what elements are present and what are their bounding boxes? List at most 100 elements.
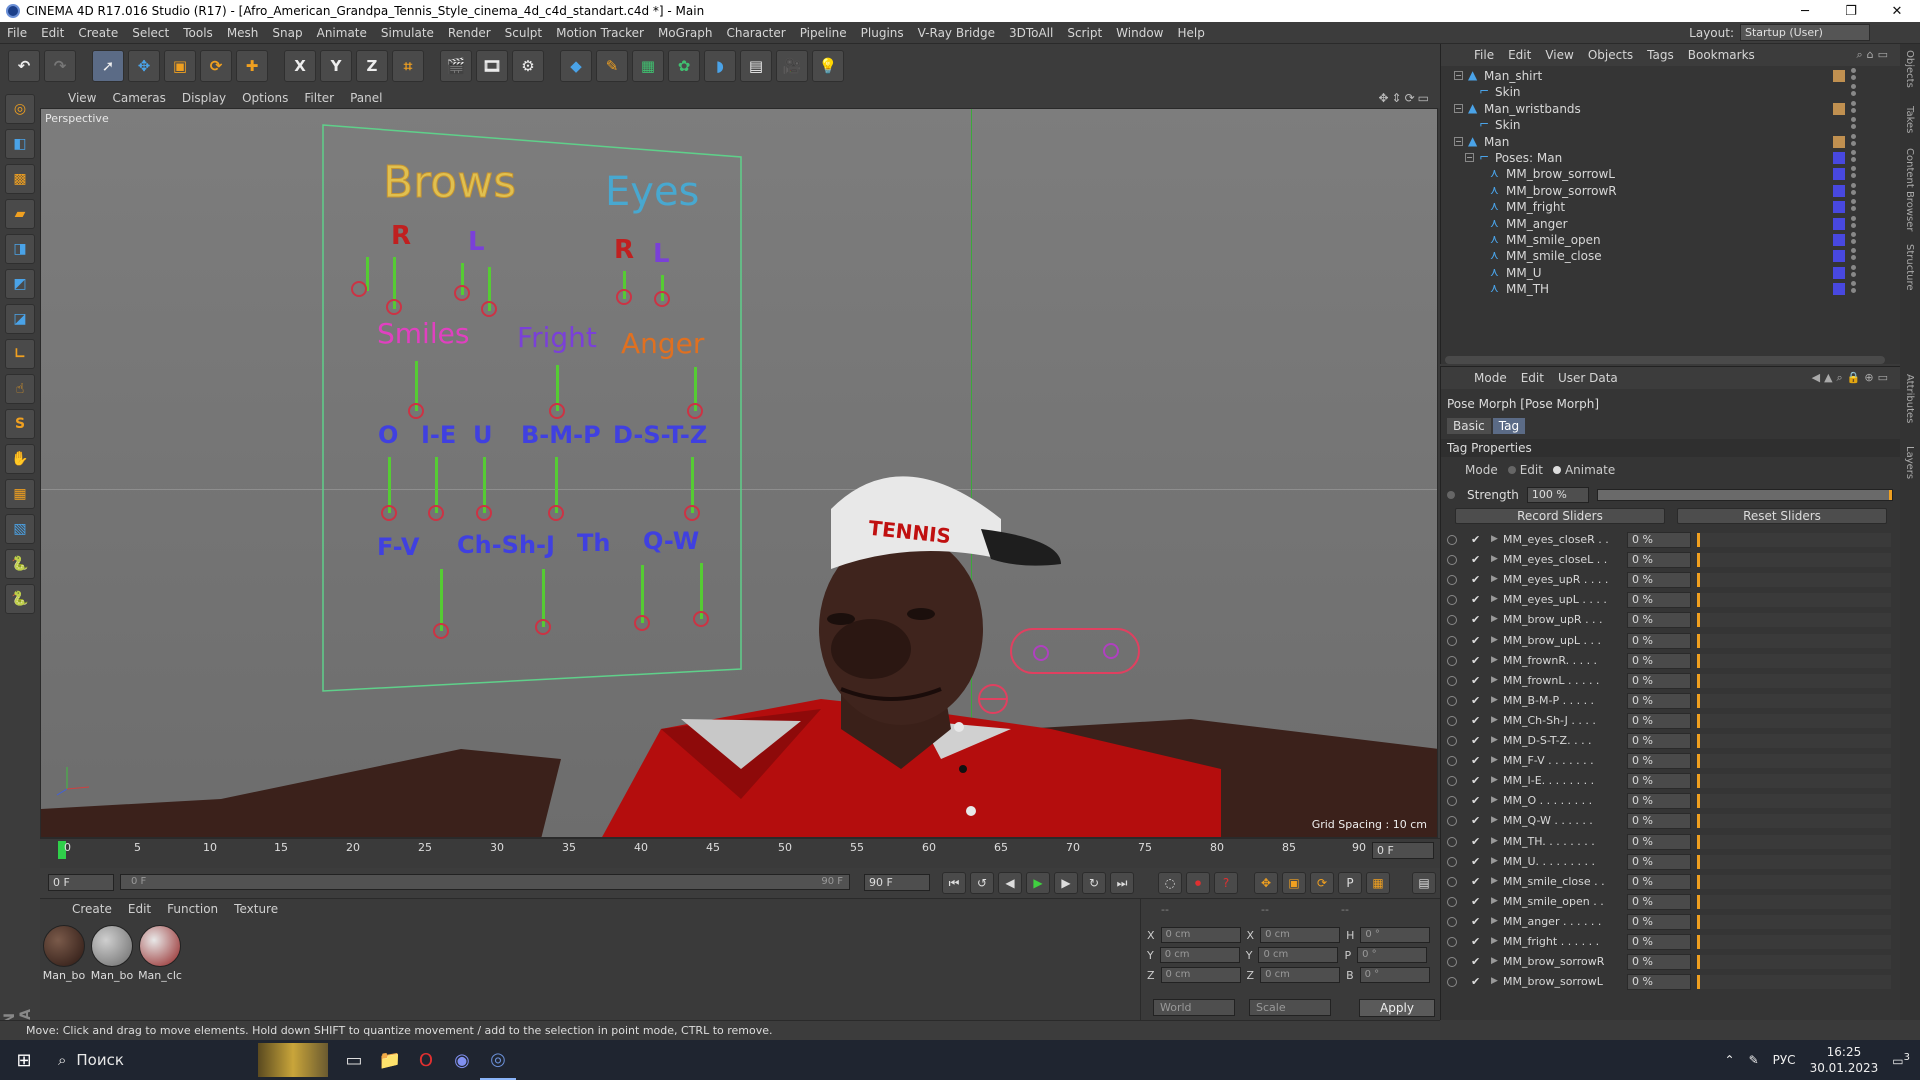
taskbar-search[interactable]: ⌕ Поиск <box>48 1040 258 1080</box>
texture-mode-icon[interactable]: ▩ <box>5 164 35 194</box>
render-to-picture-viewer-icon[interactable]: 🎞 <box>476 50 508 82</box>
menu-mograph[interactable]: MoGraph <box>651 26 720 40</box>
enable-checkbox[interactable]: ✔ <box>1471 774 1480 787</box>
planar-workplane-icon[interactable]: ▧ <box>5 514 35 544</box>
next-key-icon[interactable]: ↻ <box>1082 872 1106 894</box>
expand-arrow-icon[interactable]: ▶ <box>1491 775 1498 785</box>
layer-color-swatch[interactable] <box>1833 250 1845 263</box>
menu-plugins[interactable]: Plugins <box>854 26 911 40</box>
animate-toggle-icon[interactable] <box>1447 655 1457 666</box>
attr-menu-edit[interactable]: Edit <box>1514 371 1551 385</box>
expand-arrow-icon[interactable]: ▶ <box>1491 896 1498 906</box>
mode-edit-radio[interactable]: Edit <box>1507 463 1543 477</box>
expand-arrow-icon[interactable]: ▶ <box>1491 534 1498 544</box>
lock-workplane-icon[interactable]: ▦ <box>5 479 35 509</box>
morph-value-field[interactable]: 0 % <box>1627 712 1691 729</box>
layer-color-swatch[interactable] <box>1833 168 1845 181</box>
go-to-end-icon[interactable]: ⏭ <box>1110 872 1134 894</box>
opera-browser-icon[interactable]: O <box>408 1040 444 1080</box>
position-x-field[interactable]: 0 cm <box>1160 927 1241 943</box>
tree-expand-icon[interactable]: − <box>1454 136 1463 146</box>
python-icon[interactable]: 🐍 <box>5 549 35 579</box>
layer-color-swatch[interactable] <box>1833 152 1845 164</box>
deformer-icon[interactable]: ◗ <box>704 50 736 82</box>
preview-range-slider[interactable]: 0 F 90 F <box>120 874 850 890</box>
expand-arrow-icon[interactable]: ▶ <box>1491 655 1498 665</box>
morph-value-field[interactable]: 0 % <box>1627 692 1691 709</box>
layout-dropdown[interactable]: Startup (User) <box>1740 24 1870 41</box>
morph-value-slider[interactable] <box>1697 854 1891 869</box>
morph-value-slider[interactable] <box>1697 814 1891 829</box>
tab-tag[interactable]: Tag <box>1492 418 1526 434</box>
enable-checkbox[interactable]: ✔ <box>1471 613 1480 626</box>
previous-key-icon[interactable]: ↺ <box>970 872 994 894</box>
menu-simulate[interactable]: Simulate <box>374 26 441 40</box>
morph-value-field[interactable]: 0 % <box>1627 592 1691 609</box>
morph-value-field[interactable]: 0 % <box>1627 913 1691 930</box>
camera-icon[interactable]: 🎥 <box>776 50 808 82</box>
tree-expand-icon[interactable]: − <box>1465 153 1474 162</box>
material-menu-function[interactable]: Function <box>159 902 226 916</box>
animate-toggle-icon[interactable] <box>1447 896 1457 907</box>
animate-toggle-icon[interactable] <box>1447 675 1457 686</box>
pen-spline-icon[interactable]: ✎ <box>596 50 628 82</box>
dock-tab-content-browser[interactable]: Content Browser <box>1904 148 1915 231</box>
dock-tab-structure[interactable]: Structure <box>1904 244 1915 291</box>
om-menu-file[interactable]: File <box>1467 48 1501 62</box>
animate-toggle-icon[interactable] <box>1447 535 1457 545</box>
animate-toggle-icon[interactable] <box>1447 937 1457 947</box>
menu-character[interactable]: Character <box>719 26 792 40</box>
expand-arrow-icon[interactable]: ▶ <box>1491 815 1498 825</box>
morph-value-slider[interactable] <box>1697 533 1891 547</box>
morph-value-field[interactable]: 0 % <box>1627 793 1691 810</box>
layer-color-swatch[interactable] <box>1833 201 1845 214</box>
size-x-field[interactable]: 0 cm <box>1260 927 1341 943</box>
workplane-mode-icon[interactable]: ▰ <box>5 199 35 229</box>
menu-3dtoall[interactable]: 3DToAll <box>1002 26 1060 40</box>
reset-sliders-button[interactable]: Reset Sliders <box>1677 508 1887 524</box>
layer-color-swatch[interactable] <box>1833 102 1845 115</box>
menu-motion-tracker[interactable]: Motion Tracker <box>549 26 651 40</box>
expand-arrow-icon[interactable]: ▶ <box>1491 695 1498 705</box>
morph-value-field[interactable]: 0 % <box>1627 652 1691 669</box>
menu-tools[interactable]: Tools <box>176 26 220 40</box>
strength-anim-icon[interactable] <box>1447 491 1455 499</box>
rotation-b-field[interactable]: 0 ° <box>1359 967 1430 983</box>
menu-animate[interactable]: Animate <box>310 26 374 40</box>
task-view-icon[interactable]: ▭ <box>336 1040 372 1080</box>
scale-tool-icon[interactable]: ▣ <box>164 50 196 82</box>
position-z-field[interactable]: 0 cm <box>1160 967 1241 983</box>
morph-value-field[interactable]: 0 % <box>1627 893 1691 910</box>
layer-color-swatch[interactable] <box>1833 135 1845 148</box>
3d-viewport[interactable]: Perspective Brows Eyes R L R L Smiles Fr… <box>40 108 1438 838</box>
layer-color-swatch[interactable] <box>1833 217 1845 230</box>
dock-tab-objects[interactable]: Objects <box>1904 50 1915 88</box>
morph-value-slider[interactable] <box>1697 754 1891 769</box>
rotation-h-field[interactable]: 0 ° <box>1360 927 1431 943</box>
om-search-home-icons[interactable]: ⌕⌂▭ <box>1856 48 1892 62</box>
morph-value-slider[interactable] <box>1697 613 1891 628</box>
enable-checkbox[interactable]: ✔ <box>1471 794 1480 807</box>
menu-snap[interactable]: Snap <box>265 26 309 40</box>
apply-button[interactable]: Apply <box>1359 999 1435 1017</box>
expand-arrow-icon[interactable]: ▶ <box>1491 614 1498 624</box>
enable-checkbox[interactable]: ✔ <box>1471 835 1480 848</box>
start-frame-field[interactable]: 0 F <box>48 874 114 891</box>
menu-help[interactable]: Help <box>1170 26 1211 40</box>
axis-mode-icon[interactable]: ∟ <box>5 339 35 369</box>
tree-expand-icon[interactable]: − <box>1454 103 1463 113</box>
morph-value-field[interactable]: 0 % <box>1627 552 1691 569</box>
object-row[interactable]: ⋏ MM_TH <box>1441 279 1899 299</box>
menu-pipeline[interactable]: Pipeline <box>793 26 854 40</box>
layer-color-swatch[interactable] <box>1833 86 1845 98</box>
rotation-p-field[interactable]: 0 ° <box>1357 947 1428 963</box>
morph-value-slider[interactable] <box>1697 633 1891 648</box>
enable-checkbox[interactable]: ✔ <box>1471 754 1480 767</box>
python-script-icon[interactable]: 🐍 <box>5 584 35 614</box>
morph-value-field[interactable]: 0 % <box>1627 733 1691 749</box>
morph-value-field[interactable]: 0 % <box>1627 934 1691 950</box>
dock-tab-layers[interactable]: Layers <box>1904 446 1915 479</box>
viewport-navigation-icons[interactable]: ✥⇕⟳▭ <box>1378 91 1432 105</box>
discord-icon[interactable]: ◉ <box>444 1040 480 1080</box>
morph-value-slider[interactable] <box>1697 713 1891 728</box>
